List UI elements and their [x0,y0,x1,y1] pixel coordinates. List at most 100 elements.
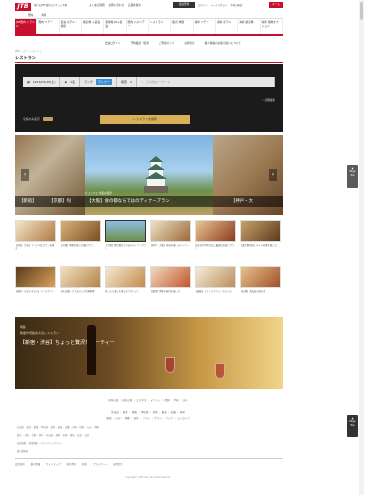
feature-banner[interactable]: 特集 新宿や渋谷の人気レストラン 【新宿・渋谷】ちょっと贅沢なパーティー [15,317,283,389]
thumbnail-selected[interactable]: 【大阪】食の都ならではのディナープラン [105,220,146,257]
thumbnail[interactable]: 【新宿・渋谷】ランチ人気プランを選ぶ [15,220,56,257]
nav-item[interactable]: レストラン [149,19,172,34]
thumbnail-caption: 【札幌】北海道の海の幸 [240,290,266,293]
date-field[interactable]: ▦ 2016/03/26(土) [23,77,61,87]
scrollbar-thumb[interactable] [360,2,363,20]
subnav-link[interactable]: ご利用ガイド [159,41,175,45]
nav-item[interactable]: 海外 現地オプション [261,19,283,34]
copyright: Copyright © JTB Corp. All rights reserve… [125,476,171,479]
thumbnail[interactable]: 【銀座】フレンチとワインのコース [195,266,236,303]
thumbnail[interactable]: 【神戸・大阪】夜景を楽しむディナー [150,220,191,257]
nav-item[interactable]: 観光 体験 [171,19,194,34]
nav-item[interactable]: 海外 ホテル [216,19,239,34]
footer-links[interactable]: 日本の旅 ｜ 海外の旅 ｜ ビジネス ｜ イベント ｜ 団体 ｜ 学校 ｜ 法人 [13,398,283,402]
right-links: ログイン メールマガジン 予約の確認 [198,3,242,7]
footer-small-links[interactable]: ・東京 ・大阪 ・京都 ・神戸 ・名古屋 ・福岡 ・札幌 ・横浜 ・仙台 ・広島 [15,433,283,437]
nav-item[interactable]: 新幹線 JR＋宿泊 [104,19,127,34]
prev-arrow-icon[interactable]: ‹ [21,169,29,181]
thumbnail-caption: 【東京駅周辺】ホテル和食を愉しむ [240,244,277,247]
calendar-icon: ▦ [27,80,30,84]
top-link-contact[interactable]: お問い合わせ [109,3,125,7]
people-value: 2名 [70,80,76,84]
thumbnail[interactable]: 【福岡】博多の屋台を楽しむ [150,266,191,303]
thumbnail[interactable]: 【横浜・みなとみらい】ランチプラン [15,266,56,303]
vacancy-filter[interactable]: 空席のみ表示 [23,117,53,121]
jtb-logo[interactable]: JTB [15,3,31,11]
thumbnail-caption: 【福岡】博多の屋台を楽しむ [150,290,180,293]
slide-caption[interactable]: 【神戸・大 [231,196,253,207]
login-link[interactable]: ログイン [198,3,208,7]
thumbnail-image [150,266,191,288]
slide-caption[interactable]: 【新宿】 [19,196,37,207]
thumbnail[interactable]: 【東京駅周辺】ホテル和食を愉しむ [240,220,281,257]
reservation-link[interactable]: 予約の確認 [230,3,242,7]
main-nav: JTB国内 トラベル 国内 ツアー 宿泊 ホテル・旅館 航空券 ＋宿泊 新幹線 … [15,18,283,36]
nav-item[interactable]: 国内 ツアー [37,19,60,34]
mailmag-link[interactable]: メールマガジン [211,3,228,7]
next-arrow-icon[interactable]: › [269,169,277,181]
wine-glass-image [165,357,175,373]
footer-bar-link[interactable]: 約款 [82,462,87,466]
thumbnail-image [195,220,236,242]
banner-label: 特集 [20,325,26,329]
top-link-faq[interactable]: よくある質問 [89,3,105,7]
home-button[interactable]: ホーム [269,2,283,8]
vacancy-toggle[interactable] [42,117,53,121]
footer-bar-link[interactable]: 個人情報 [31,462,41,466]
page-top-tab[interactable]: ▲ Page Top [347,165,358,188]
date-value: 2016/03/26(土) [32,80,56,84]
nav-item[interactable]: 国内 バスツアー [127,19,149,34]
subnav-link[interactable]: 個人情報のお取り扱いについて [205,41,241,45]
thumbnail[interactable]: 【札幌】北海道の海の幸 [240,266,281,303]
thumbnail[interactable]: 【京都】季節を愉しむ懐石プラン [60,220,101,257]
footer-small-links[interactable]: ・旅行業約款 [15,449,283,453]
clear-icon[interactable]: ✕ [130,80,133,84]
nav-item[interactable]: 海外 ツアー [194,19,216,34]
thumbnail-caption: 【京都】季節を愉しむ懐石プラン [60,244,95,247]
thumbnail-row: 【横浜・みなとみらい】ランチプラン 【名古屋】ひつまぶしと名物料理 ゆったり楽し… [15,266,283,303]
page-title: レストラン [15,55,36,60]
thumbnail[interactable]: 記念日や特別な日に最適なお祝いプラン [195,220,236,257]
footer-bar-link[interactable]: サイトマップ [46,462,60,466]
top-link-store[interactable]: 店舗を探す [128,3,141,7]
nav-item[interactable]: JTB国内 トラベル [15,19,38,34]
thumbnail-caption: 【銀座】フレンチとワインのコース [195,290,232,293]
nav-item[interactable]: 宿泊 ホテル・旅館 [60,19,82,34]
search-button[interactable]: レストランを検索 [100,115,190,124]
thumbnail-image [60,220,101,242]
people-field[interactable]: ♟ 2名 [60,77,81,87]
subnav-link[interactable]: お問合せ [184,41,194,45]
time-field[interactable]: ランチ ディナー [80,77,117,87]
keyword-input[interactable]: ⌕ その他キーワード [137,77,275,87]
thumbnail[interactable]: ゆったり楽しむ夏のビアガーデン [105,266,146,303]
scrollbar[interactable] [359,0,364,495]
footer-links[interactable]: 北海道 ・ 東北 ・ 関東 ・ 甲信越 ・ 北陸 ・ 東海 ・ 近畿 ・ 中国 [13,410,283,414]
footer-bar-link[interactable]: プライバシー [93,462,107,466]
subnav-link[interactable]: 予約確認・取消 [131,41,149,45]
thumbnail-caption: 【横浜・みなとみらい】ランチプラン [15,290,55,293]
advanced-search-link[interactable]: ⌕ 詳細検索 [262,98,275,102]
time-dinner[interactable]: ディナー [96,79,112,85]
thumbnail-image [150,220,191,242]
area-field[interactable]: 関西 ✕ [117,77,138,87]
slide-caption[interactable]: 【京都】旬 [49,196,71,207]
slide-caption-main[interactable]: 【大阪】食の都ならではのディナープラン [87,196,170,207]
page-top-tab[interactable]: ▲ Page Top [347,415,358,437]
nav-item[interactable]: 航空券 ＋宿泊 [82,19,105,34]
page-top-label: Page Top [349,170,356,177]
footer-links[interactable]: 四国 ・ 九州 ・ 沖縄 ・ 海外 ・ ハワイ ・ グアム ・ アジア ・ ヨー… [13,416,283,420]
member-register-button[interactable]: 会員登録 [173,2,195,8]
footer-small-links[interactable]: ・会社概要 ・採用情報 ・プライバシーポリシー [15,441,283,445]
thumbnail-image [15,266,56,288]
footer-bar-link[interactable]: お問合せ [113,462,123,466]
thumbnail-caption: ゆったり楽しむ夏のビアガーデン [105,290,140,293]
breadcrumb[interactable]: JTBトップ ＞ レストラン [15,49,42,53]
time-lunch[interactable]: ランチ [84,80,93,84]
subnav-link[interactable]: 会員ログイン [105,41,121,45]
nav-item[interactable]: 海外 航空券 [238,19,261,34]
thumbnail-image [240,266,281,288]
footer-small-links[interactable]: ・北海道 ・東北 ・関東 ・甲信越 ・北陸 ・東海 ・近畿 ・中国 ・四国 ・九… [15,425,283,429]
thumbnail[interactable]: 【名古屋】ひつまぶしと名物料理 [60,266,101,303]
footer-bar-link[interactable]: 会社案内 [15,462,25,466]
footer-bar-link[interactable]: 旅行条件 [66,462,76,466]
